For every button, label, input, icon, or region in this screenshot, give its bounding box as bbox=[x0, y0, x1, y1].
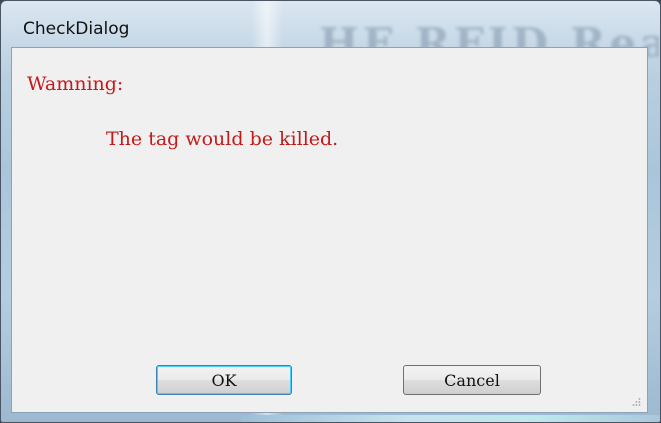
dialog-body: Wamning: The tag would be killed. OK Can… bbox=[11, 47, 648, 413]
glass-bottom-edge bbox=[241, 415, 660, 422]
ok-button[interactable]: OK bbox=[156, 365, 292, 395]
window-title: CheckDialog bbox=[23, 19, 130, 39]
dialog-window: HF RFID Reader CheckDialog Wamning: The … bbox=[0, 0, 661, 423]
warning-message: The tag would be killed. bbox=[106, 128, 339, 150]
warning-label: Wamning: bbox=[27, 73, 124, 95]
resize-grip-icon[interactable] bbox=[631, 397, 641, 407]
title-bar[interactable]: CheckDialog bbox=[1, 1, 660, 43]
cancel-button[interactable]: Cancel bbox=[403, 365, 541, 395]
